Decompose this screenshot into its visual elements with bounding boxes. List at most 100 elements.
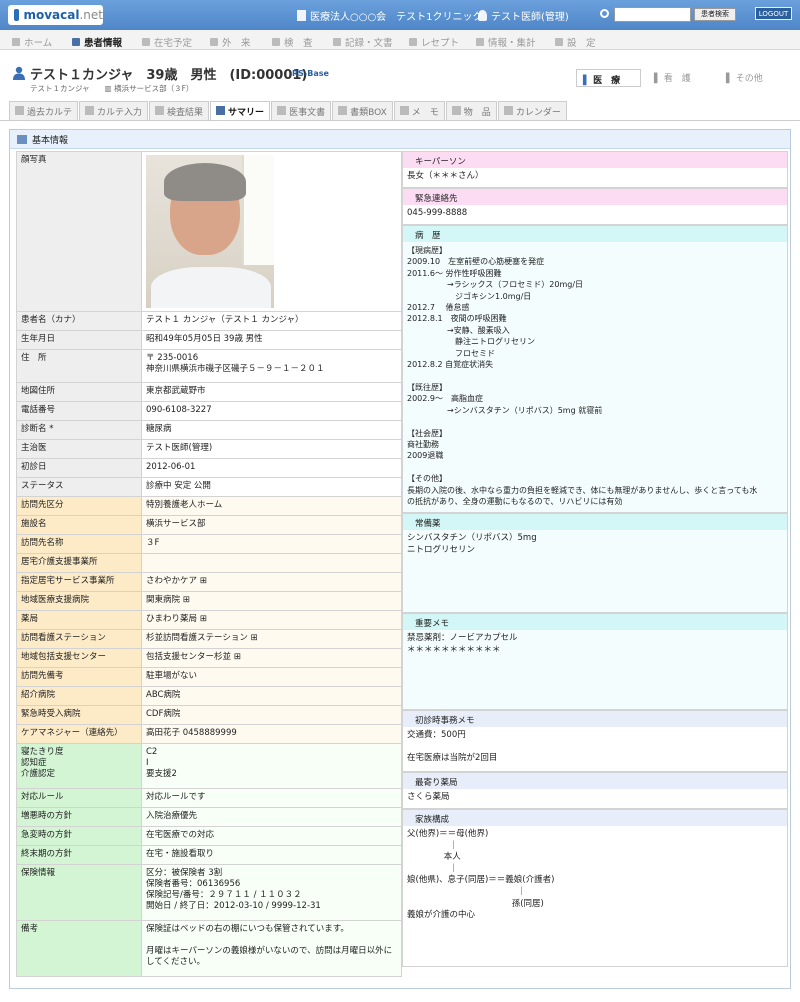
document-icon xyxy=(333,38,341,46)
nav-settings[interactable]: 設 定 xyxy=(555,35,596,49)
tab-document-box[interactable]: 書類BOX xyxy=(332,101,393,120)
patient-search-button[interactable]: 患者検索 xyxy=(694,8,736,21)
patient-subtitle: テスト１カンジャ ▥ 横浜サービス部（３F） xyxy=(30,83,193,94)
tab-test-results[interactable]: 検査結果 xyxy=(149,101,210,120)
info-section: 緊急連絡先 045-999-8888 xyxy=(402,188,788,225)
chart-tabs: 過去カルテ カルテ入力 検査結果 サマリー 医事文書 書類BOX メ モ 物 品… xyxy=(9,101,568,120)
nav-patient-info[interactable]: 患者情報 xyxy=(72,35,122,49)
nav-label: 情報・集計 xyxy=(488,38,536,49)
nav-label: 設 定 xyxy=(567,38,596,49)
calendar-icon xyxy=(142,38,150,46)
chart-icon xyxy=(155,106,165,115)
info-row: 緊急時受入病院 CDF病院 xyxy=(16,705,402,725)
row-value: 〒 235-0016 神奈川県横浜市磯子区磯子５－９－１－２０１ xyxy=(141,349,402,383)
basic-info-table: 顔写真 患者名（カナ） テスト１ カンジャ（テスト１ カンジャ） 生年月日 昭和49年0… xyxy=(16,151,402,977)
nav-home-visit-schedule[interactable]: 在宅予定 xyxy=(142,35,192,49)
info-section: 重要メモ 禁忌薬剤：ノービアカプセル ＊＊＊＊＊＊＊＊＊＊＊ xyxy=(402,613,788,710)
calendar-icon xyxy=(503,106,513,115)
tab-past-records[interactable]: 過去カルテ xyxy=(9,101,79,120)
info-row: 生年月日 昭和49年05月05日 39歳 男性 xyxy=(16,330,402,350)
row-label: 保険情報 xyxy=(16,864,142,921)
document-icon xyxy=(277,106,287,115)
section-body: 045-999-8888 xyxy=(403,205,787,224)
gear-icon xyxy=(555,38,563,46)
row-label: ケアマネジャー（連絡先） xyxy=(16,724,142,744)
row-value: 駐車場がない xyxy=(141,667,402,687)
info-row: 訪問先名称 ３F xyxy=(16,534,402,554)
info-row: 訪問先区分 特別養護老人ホーム xyxy=(16,496,402,516)
tab-medical-documents[interactable]: 医事文書 xyxy=(271,101,332,120)
current-user[interactable]: テスト医師(管理) xyxy=(478,8,569,23)
row-label: ステータス xyxy=(16,477,142,497)
tab-items[interactable]: 物 品 xyxy=(445,101,497,120)
info-section: 最寄り薬局 さくら薬局 xyxy=(402,772,788,809)
summary-icon xyxy=(216,106,226,115)
tab-record-entry[interactable]: カルテ入力 xyxy=(79,101,149,120)
tab-label: カレンダー xyxy=(515,108,561,118)
nav-home[interactable]: ホーム xyxy=(12,35,52,49)
tab-calendar[interactable]: カレンダー xyxy=(497,101,567,120)
mode-medical[interactable]: ▌ 医 療 xyxy=(576,69,641,87)
row-value: 2012-06-01 xyxy=(141,458,402,478)
info-row: 施設名 横浜サービス部 xyxy=(16,515,402,535)
info-row: 電話番号 090-6108-3227 xyxy=(16,401,402,421)
tab-label: 医事文書 xyxy=(289,108,326,118)
nav-records-documents[interactable]: 記録・文書 xyxy=(333,35,393,49)
nav-outpatient[interactable]: 外 来 xyxy=(210,35,251,49)
row-value: ３F xyxy=(141,534,402,554)
section-heading: 常備薬 xyxy=(403,513,787,530)
summary-panel: 基本情報 顔写真 患者名（カナ） テスト１ カンジャ（テスト１ カンジャ） 生年月日昭… xyxy=(9,129,791,989)
nav-receipt[interactable]: レセプト xyxy=(409,35,459,49)
info-row: 地図住所 東京都武蔵野市 xyxy=(16,382,402,402)
section-body: 【現病歴】 2009.10 左室前壁の心筋梗塞を発症 2011.6～ 労作性呼吸… xyxy=(403,242,787,512)
tab-label: 物 品 xyxy=(463,108,491,118)
info-row: 住 所〒 235-0016 神奈川県横浜市磯子区磯子５－９－１－２０１ xyxy=(16,349,402,383)
row-value: さわやかケア ⊞ xyxy=(141,572,402,592)
row-value: 昭和49年05月05日 39歳 男性 xyxy=(141,330,402,350)
row-label: 地域医療支援病院 xyxy=(16,591,142,611)
section-heading: 病 歴 xyxy=(403,225,787,242)
row-label: 終末期の方針 xyxy=(16,845,142,865)
person-icon xyxy=(13,66,25,80)
info-row: ステータス 診療中 安定 公開 xyxy=(16,477,402,497)
nav-tests[interactable]: 検 査 xyxy=(272,35,313,49)
section-body: さくら薬局 xyxy=(403,789,787,808)
row-value: CDF病院 xyxy=(141,705,402,725)
row-value: 区分：被保険者 3割 保険者番号：06136956 保険記号/番号：２９７１１ … xyxy=(141,864,402,921)
info-row: 増悪時の方針 入院治療優先 xyxy=(16,807,402,827)
row-label: 緊急時受入病院 xyxy=(16,705,142,725)
info-section: 常備薬 シンバスタチン（リポバス）5mg ニトログリセリン xyxy=(402,513,788,613)
info-icon xyxy=(17,135,27,144)
info-row: 初診日 2012-06-01 xyxy=(16,458,402,478)
patient-name: テスト１カンジャ 39歳 男性 (ID:00001) xyxy=(30,68,308,83)
info-row: ケアマネジャー（連絡先） 高田花子 0458889999 xyxy=(16,724,402,744)
nav-label: 外 来 xyxy=(222,38,251,49)
row-label: 初診日 xyxy=(16,458,142,478)
nav-info-stats[interactable]: 情報・集計 xyxy=(476,35,536,49)
rs-base-link[interactable]: RS-Base xyxy=(292,69,329,78)
nav-label: 検 査 xyxy=(284,38,313,49)
row-value xyxy=(141,151,402,312)
mode-other[interactable]: ▌ その他 xyxy=(726,71,763,84)
patient-kana: テスト１カンジャ xyxy=(30,84,90,93)
logout-button[interactable]: LOGOUT xyxy=(755,7,792,20)
photo-shelf xyxy=(242,155,274,265)
row-label: 増悪時の方針 xyxy=(16,807,142,827)
photo-hair xyxy=(164,163,246,201)
row-label: 地域包括支援センター xyxy=(16,648,142,668)
row-value: C2 Ⅰ 要支援2 xyxy=(141,743,402,789)
row-label: 急変時の方針 xyxy=(16,826,142,846)
section-body: 長女（＊＊＊さん） xyxy=(403,168,787,187)
tab-summary[interactable]: サマリー xyxy=(210,101,271,120)
tab-memo[interactable]: メ モ xyxy=(393,101,445,120)
section-body: 禁忌薬剤：ノービアカプセル ＊＊＊＊＊＊＊＊＊＊＊ xyxy=(403,630,787,709)
patient-search-input[interactable] xyxy=(614,7,691,22)
section-body: 父(他界)＝＝母(他界) ｜ 本人 ｜ 娘(他県)、息子(同居)＝＝義娘(介護者… xyxy=(403,826,787,966)
info-row: 寝たきり度 認知症 介護認定 C2 Ⅰ 要支援2 xyxy=(16,743,402,789)
memo-icon xyxy=(399,106,409,115)
organization-name: 医療法人○○○会 テスト1クリニック xyxy=(310,12,483,23)
logo[interactable]: movacal .net xyxy=(8,5,103,25)
info-row: 訪問先備考 駐車場がない xyxy=(16,667,402,687)
mode-nursing[interactable]: ▌ 看 護 xyxy=(654,71,691,84)
tab-label: メ モ xyxy=(411,108,439,118)
